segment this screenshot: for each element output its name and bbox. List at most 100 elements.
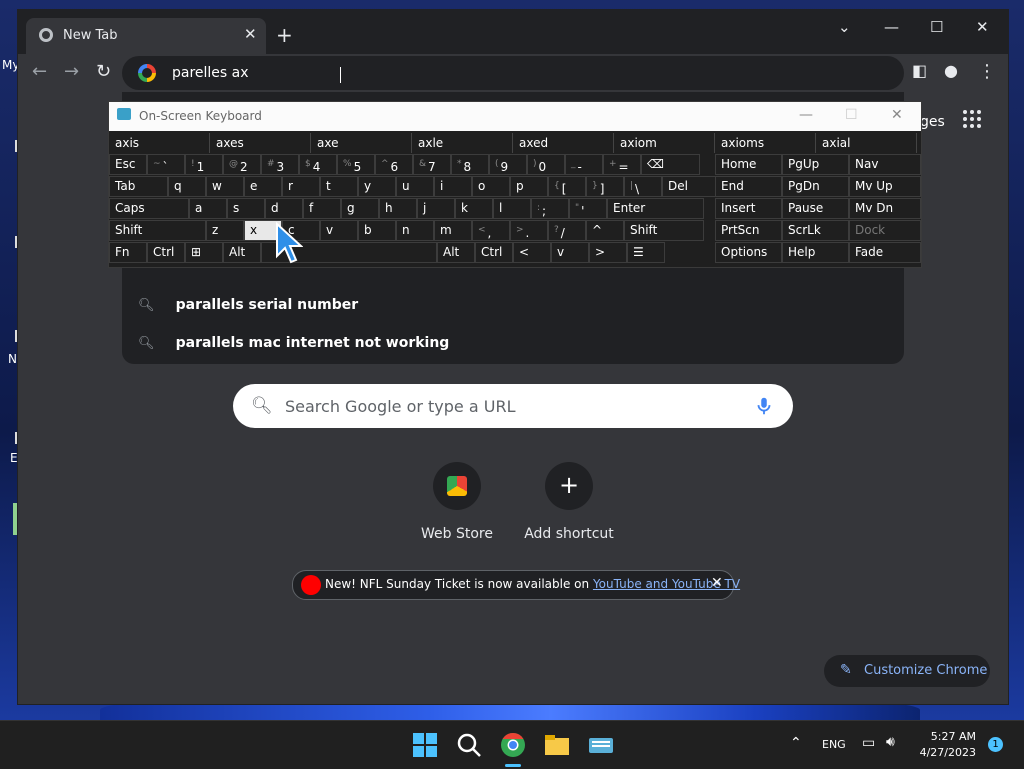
key-scrlk[interactable]: ScrLk bbox=[782, 220, 849, 241]
prediction-item[interactable]: axe bbox=[311, 133, 412, 153]
prediction-item[interactable]: axis bbox=[109, 133, 210, 153]
key-Ctrl[interactable]: Ctrl bbox=[147, 242, 185, 263]
key-;[interactable]: :; bbox=[531, 198, 569, 219]
key-Caps[interactable]: Caps bbox=[109, 198, 189, 219]
key-Tab[interactable]: Tab bbox=[109, 176, 168, 197]
key-pause[interactable]: Pause bbox=[782, 198, 849, 219]
tab-search-chevron-icon[interactable]: ⌄ bbox=[838, 18, 851, 36]
key-⌫[interactable]: ⌫ bbox=[641, 154, 700, 175]
apps-grid-icon[interactable] bbox=[963, 110, 983, 130]
new-tab-button[interactable]: + bbox=[276, 23, 293, 47]
key-pgdn[interactable]: PgDn bbox=[782, 176, 849, 197]
key-2[interactable]: @2 bbox=[223, 154, 261, 175]
key-nav[interactable]: Nav bbox=[849, 154, 921, 175]
key-Ctrl[interactable]: Ctrl bbox=[475, 242, 513, 263]
maximize-button[interactable]: ☐ bbox=[845, 107, 858, 123]
key-/[interactable]: ? / bbox=[548, 220, 586, 241]
chevron-up-icon[interactable]: ⌃ bbox=[790, 735, 802, 751]
key-Del[interactable]: Del bbox=[662, 176, 721, 197]
key-4[interactable]: $4 bbox=[299, 154, 337, 175]
maximize-button[interactable]: ☐ bbox=[930, 18, 943, 36]
key-mv-up[interactable]: Mv Up bbox=[849, 176, 921, 197]
language-indicator[interactable]: ENG bbox=[822, 738, 846, 751]
key-z[interactable]: z bbox=[206, 220, 244, 241]
minimize-button[interactable]: — bbox=[799, 107, 813, 123]
key-][interactable]: }] bbox=[586, 176, 624, 197]
key-Shift[interactable]: Shift bbox=[109, 220, 206, 241]
key-g[interactable]: g bbox=[341, 198, 379, 219]
omnibox-text[interactable]: parelles ax bbox=[172, 65, 249, 81]
key-9[interactable]: (9 bbox=[489, 154, 527, 175]
key-e[interactable]: e bbox=[244, 176, 282, 197]
key-Shift[interactable]: Shift bbox=[624, 220, 704, 241]
key-m[interactable]: m bbox=[434, 220, 472, 241]
key-l[interactable]: l bbox=[493, 198, 531, 219]
key-8[interactable]: * 8 bbox=[451, 154, 489, 175]
key-Esc[interactable]: Esc bbox=[109, 154, 147, 175]
key-`[interactable]: ~ ` bbox=[147, 154, 185, 175]
key->[interactable]: > bbox=[589, 242, 627, 263]
prediction-item[interactable]: axes bbox=[210, 133, 311, 153]
prediction-item[interactable]: axed bbox=[513, 133, 614, 153]
key-dock[interactable]: Dock bbox=[849, 220, 921, 241]
key-Alt[interactable]: Alt bbox=[223, 242, 261, 263]
key-fade[interactable]: Fade bbox=[849, 242, 921, 263]
minimize-button[interactable]: — bbox=[884, 18, 899, 36]
volume-icon[interactable]: 🔊︎ bbox=[886, 734, 895, 750]
key-7[interactable]: & 7 bbox=[413, 154, 451, 175]
key-n[interactable]: n bbox=[396, 220, 434, 241]
close-button[interactable]: ✕ bbox=[891, 107, 903, 123]
profile-icon[interactable]: ● bbox=[944, 61, 958, 80]
key-u[interactable]: u bbox=[396, 176, 434, 197]
reload-icon[interactable]: ↻ bbox=[96, 61, 111, 82]
key-help[interactable]: Help bbox=[782, 242, 849, 263]
key-prtscn[interactable]: PrtScn bbox=[715, 220, 782, 241]
clock-time[interactable]: 5:27 AM bbox=[918, 730, 976, 743]
suggestion-item[interactable]: 🔍︎ parallels mac internet not working bbox=[138, 332, 449, 351]
close-icon[interactable]: ✕ bbox=[711, 575, 723, 591]
key-⊞[interactable]: ⊞ bbox=[185, 242, 223, 263]
key-insert[interactable]: Insert bbox=[715, 198, 782, 219]
customize-chrome-button[interactable]: ✎ Customize Chrome bbox=[824, 655, 990, 687]
key-b[interactable]: b bbox=[358, 220, 396, 241]
key--[interactable]: _ - bbox=[565, 154, 603, 175]
key-6[interactable]: ^ 6 bbox=[375, 154, 413, 175]
microphone-icon[interactable] bbox=[753, 395, 775, 417]
key-Enter[interactable]: Enter bbox=[607, 198, 704, 219]
omnibox[interactable]: parelles ax bbox=[122, 56, 904, 90]
close-window-button[interactable]: ✕ bbox=[976, 18, 989, 36]
key-s[interactable]: s bbox=[227, 198, 265, 219]
key-3[interactable]: #3 bbox=[261, 154, 299, 175]
notification-badge[interactable]: 1 bbox=[988, 737, 1003, 752]
key-☰[interactable]: ☰ bbox=[627, 242, 665, 263]
key-Alt[interactable]: Alt bbox=[437, 242, 475, 263]
key-j[interactable]: j bbox=[417, 198, 455, 219]
osk-title-bar[interactable]: On-Screen Keyboard — ☐ ✕ bbox=[109, 102, 921, 131]
chrome-icon[interactable] bbox=[498, 730, 528, 760]
key-d[interactable]: d bbox=[265, 198, 303, 219]
key-i[interactable]: i bbox=[434, 176, 472, 197]
key-end[interactable]: End bbox=[715, 176, 782, 197]
prediction-item[interactable]: axial bbox=[816, 133, 917, 153]
images-link[interactable]: ges bbox=[920, 114, 945, 130]
key-k[interactable]: k bbox=[455, 198, 493, 219]
key-,[interactable]: <, bbox=[472, 220, 510, 241]
prediction-item[interactable]: axle bbox=[412, 133, 513, 153]
key-\[interactable]: | \ bbox=[624, 176, 662, 197]
close-tab-icon[interactable]: ✕ bbox=[244, 25, 257, 43]
network-icon[interactable]: ▭ bbox=[862, 735, 875, 751]
key-=[interactable]: + = bbox=[603, 154, 641, 175]
key-t[interactable]: t bbox=[320, 176, 358, 197]
key-w[interactable]: w bbox=[206, 176, 244, 197]
key-<[interactable]: < bbox=[513, 242, 551, 263]
side-panel-icon[interactable]: ◧ bbox=[912, 61, 927, 80]
key-p[interactable]: p bbox=[510, 176, 548, 197]
key-f[interactable]: f bbox=[303, 198, 341, 219]
prediction-item[interactable]: axiom bbox=[614, 133, 715, 153]
prediction-item[interactable]: axioms bbox=[715, 133, 816, 153]
file-explorer-icon[interactable] bbox=[542, 730, 572, 760]
key-v[interactable]: v bbox=[320, 220, 358, 241]
key-'[interactable]: " ' bbox=[569, 198, 607, 219]
key-Fn[interactable]: Fn bbox=[109, 242, 147, 263]
key-y[interactable]: y bbox=[358, 176, 396, 197]
